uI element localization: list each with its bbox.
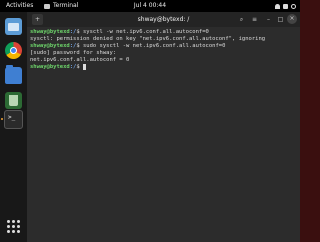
terminal-line: [sudo] password for shway: bbox=[30, 50, 297, 57]
title-bar: + shway@bytexd: / ⌕ ≡ – □ × bbox=[27, 12, 300, 27]
clock[interactable]: Jul 4 00:44 bbox=[0, 0, 300, 12]
terminal-dock-icon[interactable] bbox=[4, 110, 23, 129]
terminal-line: sysctl: permission denied on key "net.ip… bbox=[30, 36, 297, 43]
prompt-path: :/ bbox=[69, 29, 77, 35]
app-grid-icon[interactable] bbox=[7, 220, 20, 233]
chrome-icon[interactable] bbox=[5, 42, 22, 59]
terminal-line: shway@bytexd:/$ bbox=[30, 64, 297, 71]
command-text: $ sysctl -w net.ipv6.conf.all.autoconf=0 bbox=[76, 29, 209, 35]
menu-button[interactable]: ≡ bbox=[249, 14, 260, 25]
dock bbox=[0, 12, 27, 242]
output-text: sysctl: permission denied on key "net.ip… bbox=[30, 36, 266, 42]
minimize-button[interactable]: – bbox=[263, 14, 274, 25]
files-icon[interactable] bbox=[5, 18, 22, 35]
text-cursor bbox=[83, 64, 86, 70]
command-text: $ bbox=[76, 64, 83, 70]
prompt-user: shway@bytexd bbox=[30, 29, 70, 35]
active-indicator bbox=[1, 118, 3, 120]
terminal-line: shway@bytexd:/$ sysctl -w net.ipv6.conf.… bbox=[30, 29, 297, 36]
system-tray[interactable] bbox=[275, 0, 296, 12]
output-text: net.ipv6.conf.all.autoconf = 0 bbox=[30, 57, 130, 63]
prompt-user: shway@bytexd bbox=[30, 64, 70, 70]
close-button[interactable]: × bbox=[287, 14, 297, 24]
terminal-window: + shway@bytexd: / ⌕ ≡ – □ × shway@bytexd… bbox=[27, 12, 300, 242]
top-bar: Activities Terminal Jul 4 00:44 bbox=[0, 0, 300, 12]
maximize-button[interactable]: □ bbox=[275, 14, 286, 25]
volume-icon bbox=[283, 3, 288, 9]
prompt-user: shway@bytexd bbox=[30, 43, 70, 49]
network-icon bbox=[275, 3, 280, 9]
terminal-line: net.ipv6.conf.all.autoconf = 0 bbox=[30, 57, 297, 64]
prompt-path: :/ bbox=[69, 43, 77, 49]
search-button[interactable]: ⌕ bbox=[236, 14, 247, 25]
terminal-output[interactable]: shway@bytexd:/$ sysctl -w net.ipv6.conf.… bbox=[27, 27, 300, 242]
power-icon bbox=[291, 3, 296, 9]
output-text: [sudo] password for shway: bbox=[30, 50, 117, 56]
terminal-line: shway@bytexd:/$ sudo sysctl -w net.ipv6.… bbox=[30, 43, 297, 50]
prompt-path: :/ bbox=[69, 64, 77, 70]
trash-icon[interactable] bbox=[5, 92, 22, 109]
folder-icon[interactable] bbox=[5, 65, 22, 84]
command-text: $ sudo sysctl -w net.ipv6.conf.all.autoc… bbox=[76, 43, 226, 49]
